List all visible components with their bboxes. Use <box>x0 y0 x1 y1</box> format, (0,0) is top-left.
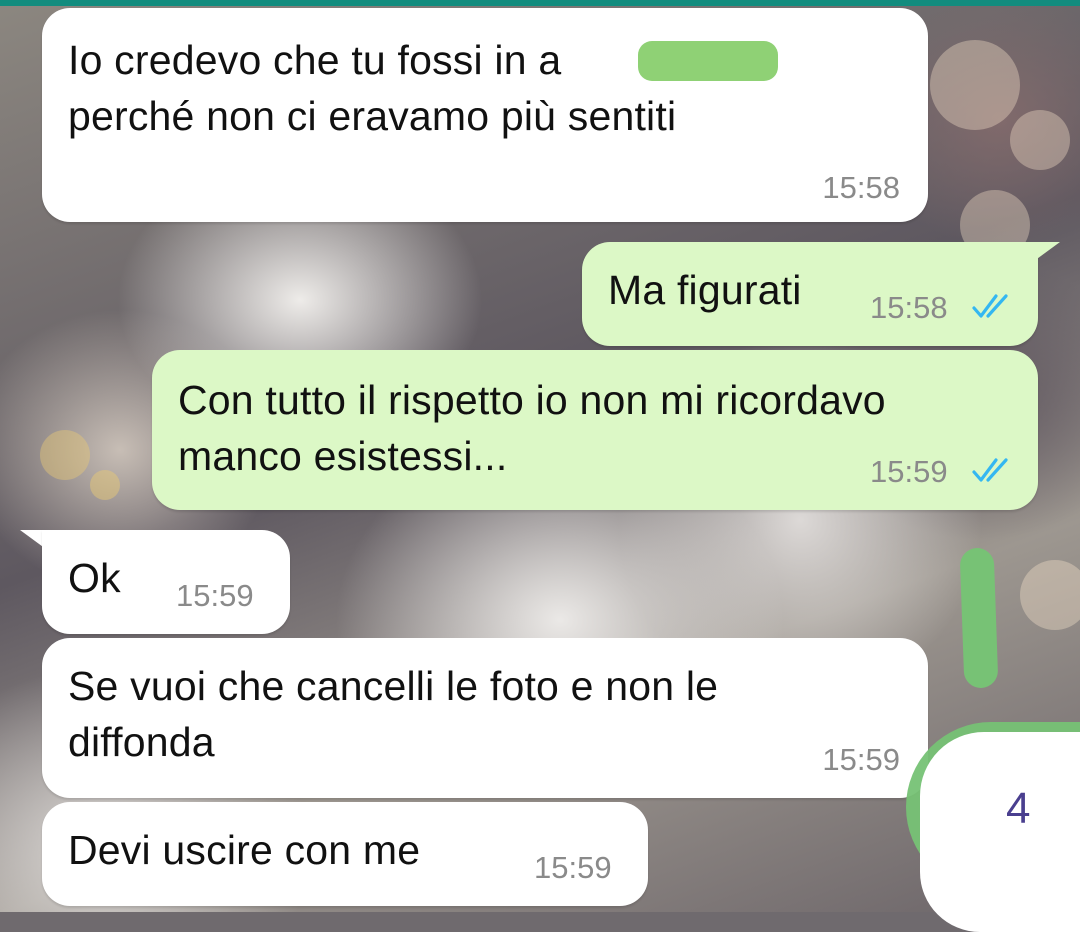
message-time: 15:59 <box>870 454 948 489</box>
wallpaper-bokeh <box>930 40 1020 130</box>
annotation-number: 4 <box>1006 784 1031 833</box>
wallpaper-bokeh <box>90 470 120 500</box>
message-bubble-outgoing[interactable]: Ma figurati 15:58 <box>582 242 1038 346</box>
message-bubble-incoming[interactable]: Se vuoi che cancelli le foto e non le di… <box>42 638 928 798</box>
message-bubble-incoming[interactable]: Ok 15:59 <box>42 530 290 634</box>
wallpaper-bokeh <box>40 430 90 480</box>
bubble-tail <box>1030 242 1060 264</box>
message-time: 15:58 <box>822 170 900 205</box>
wallpaper-bokeh <box>1020 560 1080 630</box>
annotation-sticker <box>920 732 1080 932</box>
read-double-check-icon <box>972 458 1008 482</box>
message-bubble-outgoing[interactable]: Con tutto il rispetto io non mi ricordav… <box>152 350 1038 510</box>
message-text: Devi uscire con me <box>68 827 421 873</box>
message-text: Se vuoi che cancelli le foto e non le di… <box>68 663 719 765</box>
message-bubble-incoming[interactable]: Io credevo che tu fossi in a perché non … <box>42 8 928 222</box>
message-time: 15:59 <box>176 578 254 613</box>
message-time: 15:58 <box>870 290 948 325</box>
message-text: Con tutto il rispetto io non mi ricordav… <box>178 377 886 479</box>
read-double-check-icon <box>972 294 1008 318</box>
redaction-marker <box>638 41 778 81</box>
message-text: Ma figurati <box>608 267 802 313</box>
message-time: 15:59 <box>822 742 900 777</box>
message-text: Io credevo che tu fossi in a perché non … <box>68 37 677 139</box>
message-text: Ok <box>68 555 121 601</box>
message-bubble-incoming[interactable]: Devi uscire con me 15:59 <box>42 802 648 906</box>
highlight-marker-stroke <box>959 547 999 689</box>
message-time: 15:59 <box>534 850 612 885</box>
app-bar-edge <box>0 0 1080 6</box>
wallpaper-bokeh <box>1010 110 1070 170</box>
